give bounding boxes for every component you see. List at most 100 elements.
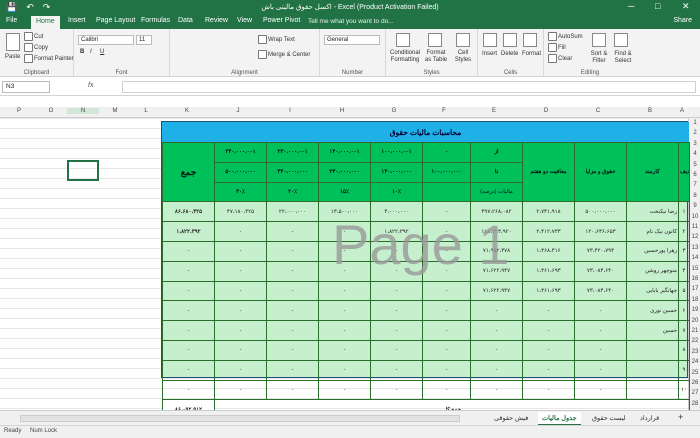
tab-view[interactable]: View	[237, 17, 252, 24]
row-header[interactable]: 4	[689, 151, 700, 157]
copy-button[interactable]: Copy	[24, 43, 48, 52]
row-header[interactable]: 2	[689, 130, 700, 136]
exemption[interactable]: ۱،۴۶۸،۴۱۶	[522, 240, 575, 262]
tax-bracket-4[interactable]: ۲۲،۰۰۰،۰۰۰	[266, 201, 319, 223]
tax-bracket-4[interactable]: -	[266, 320, 319, 341]
close-button[interactable]: ✕	[682, 1, 690, 12]
col-header[interactable]: A	[676, 108, 688, 114]
tax-bracket-3[interactable]: -	[318, 221, 371, 242]
exemption[interactable]: ۲،۷۳۱،۹۱۸	[522, 201, 575, 223]
row-index[interactable]: ۱۰	[678, 379, 690, 401]
salary[interactable]: ۵۰۰،۰۰۰،۰۰۰	[574, 201, 627, 223]
format-table-icon[interactable]	[428, 33, 442, 47]
cell-styles-icon[interactable]	[456, 33, 470, 47]
row-header[interactable]: 25	[689, 370, 700, 376]
row-header[interactable]: 3	[689, 141, 700, 147]
net-income[interactable]: ۱۱۸،۲۲۳،۹۲۰	[470, 221, 523, 242]
cut-button[interactable]: Cut	[24, 32, 43, 41]
salary[interactable]: ۷۳،۴۲۰،۷۹۴	[574, 240, 627, 262]
restore-button[interactable]: □	[655, 1, 660, 11]
tax-bracket-5[interactable]: -	[214, 260, 267, 282]
tax-bracket-1[interactable]: -	[422, 280, 471, 302]
tax-bracket-3[interactable]: ۱۳،۵۰۰،۰۰۰	[318, 201, 371, 223]
salary[interactable]: ۷۳،۰۸۴،۶۴۰	[574, 260, 627, 282]
employee-name[interactable]: حسین	[626, 320, 679, 341]
tab-page-layout[interactable]: Page Layout	[96, 17, 135, 24]
tax-bracket-2[interactable]: -	[370, 359, 423, 381]
salary[interactable]: ۷۳،۰۸۴،۶۴۰	[574, 280, 627, 302]
tax-bracket-5[interactable]: -	[214, 280, 267, 302]
paste-icon[interactable]	[6, 33, 20, 51]
row-header[interactable]: 12	[689, 234, 700, 240]
tax-bracket-3[interactable]: -	[318, 260, 371, 282]
sheet-tab-tax-table[interactable]: جدول مالیات	[538, 412, 581, 426]
format-cells-icon[interactable]	[523, 33, 537, 47]
tax-bracket-2[interactable]: -	[370, 339, 423, 361]
underline-button[interactable]: U	[100, 49, 104, 55]
net-income[interactable]: -	[470, 300, 523, 322]
insert-button[interactable]: Insert	[482, 51, 497, 57]
row-index[interactable]: ۵	[678, 280, 690, 302]
salary[interactable]: -	[574, 320, 627, 341]
salary[interactable]: -	[574, 379, 627, 401]
col-header[interactable]: L	[131, 108, 161, 114]
number-format-select[interactable]: General	[324, 35, 380, 45]
col-header[interactable]: O	[36, 108, 66, 114]
net-income[interactable]: ۷۱،۶۲۲،۹۴۷	[470, 280, 523, 302]
row-header[interactable]: 18	[689, 297, 700, 303]
exemption[interactable]: ۲،۴۱۲،۷۳۳	[522, 221, 575, 242]
tax-bracket-1[interactable]: -	[422, 240, 471, 262]
col-header[interactable]: F	[420, 108, 468, 114]
font-name-select[interactable]: Calibri	[78, 35, 134, 45]
sheet-tab-contract[interactable]: قرارداد	[636, 412, 663, 424]
tax-bracket-4[interactable]: -	[266, 260, 319, 282]
employee-name[interactable]: جهانگیر بابایی	[626, 280, 679, 302]
tax-bracket-1[interactable]: -	[422, 260, 471, 282]
bold-button[interactable]: B	[80, 49, 84, 55]
cell-styles-button[interactable]: Cell Styles	[452, 50, 474, 64]
row-sum[interactable]: -	[162, 339, 215, 361]
col-header[interactable]: J	[212, 108, 264, 114]
employee-name[interactable]: زهرا پورحسین	[626, 240, 679, 262]
tax-bracket-2[interactable]: -	[370, 240, 423, 262]
tax-bracket-2[interactable]: -	[370, 280, 423, 302]
row-index[interactable]: ۶	[678, 300, 690, 322]
row-header[interactable]: 22	[689, 338, 700, 344]
row-sum[interactable]: ۸۶،۶۸۰،۴۲۵	[162, 201, 215, 223]
exemption[interactable]: -	[522, 300, 575, 322]
tax-bracket-3[interactable]: -	[318, 240, 371, 262]
col-header[interactable]: H	[316, 108, 368, 114]
row-sum[interactable]: -	[162, 379, 215, 401]
row-header[interactable]: 27	[689, 390, 700, 396]
tax-bracket-5[interactable]: -	[214, 240, 267, 262]
clear-button[interactable]: Clear	[548, 54, 572, 63]
formula-input[interactable]	[122, 81, 696, 93]
tab-formulas[interactable]: Formulas	[141, 17, 170, 24]
row-header[interactable]: 6	[689, 172, 700, 178]
row-index[interactable]: ۸	[678, 339, 690, 361]
tax-bracket-4[interactable]: -	[266, 280, 319, 302]
font-size-select[interactable]: 11	[136, 35, 152, 45]
net-income[interactable]: -	[470, 359, 523, 381]
tax-bracket-5[interactable]: -	[214, 221, 267, 242]
exemption[interactable]: -	[522, 339, 575, 361]
row-index[interactable]: ۲	[678, 221, 690, 242]
tax-bracket-1[interactable]: -	[422, 359, 471, 381]
merge-center-button[interactable]: Merge & Center	[258, 50, 310, 59]
tax-bracket-3[interactable]: -	[318, 320, 371, 341]
sort-filter-icon[interactable]	[592, 33, 606, 47]
share-button[interactable]: Share	[673, 17, 692, 24]
employee-name[interactable]: منوچهر روشن	[626, 260, 679, 282]
tax-bracket-5[interactable]: -	[214, 320, 267, 341]
col-header[interactable]: P	[4, 108, 34, 114]
row-header[interactable]: 11	[689, 224, 700, 230]
tax-bracket-2[interactable]: -	[370, 379, 423, 401]
row-index[interactable]: ۹	[678, 359, 690, 381]
tab-review[interactable]: Review	[205, 17, 228, 24]
tax-bracket-3[interactable]: -	[318, 280, 371, 302]
tax-bracket-4[interactable]: -	[266, 300, 319, 322]
col-header[interactable]: D	[520, 108, 572, 114]
tax-bracket-1[interactable]: -	[422, 201, 471, 223]
fx-icon[interactable]: fx	[88, 82, 93, 89]
row-header[interactable]: 26	[689, 380, 700, 386]
